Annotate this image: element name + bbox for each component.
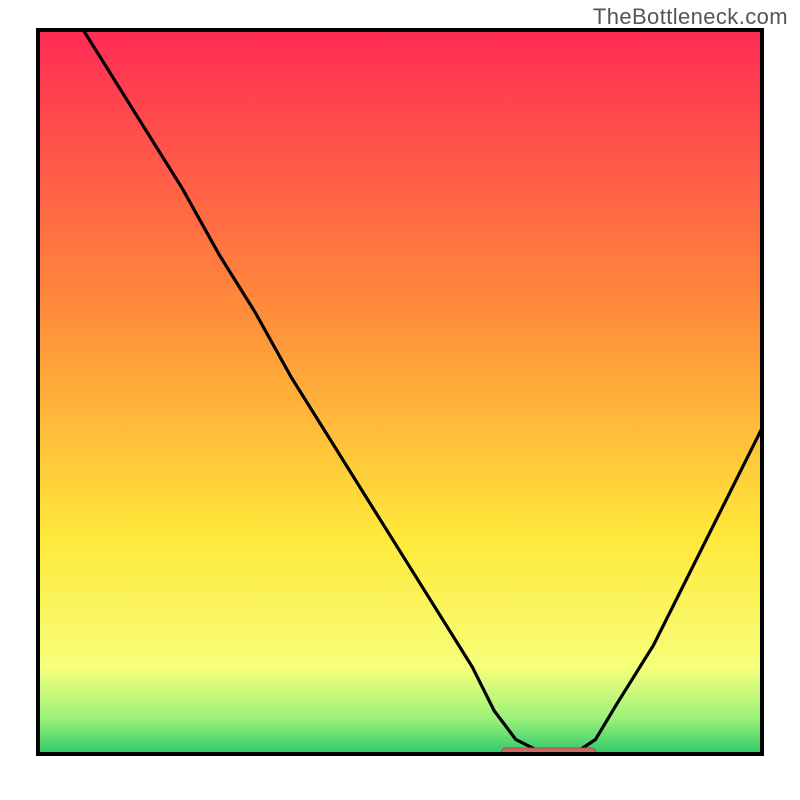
- watermark-text: TheBottleneck.com: [593, 4, 788, 30]
- chart-canvas: TheBottleneck.com: [0, 0, 800, 800]
- bottleneck-chart: [0, 0, 800, 800]
